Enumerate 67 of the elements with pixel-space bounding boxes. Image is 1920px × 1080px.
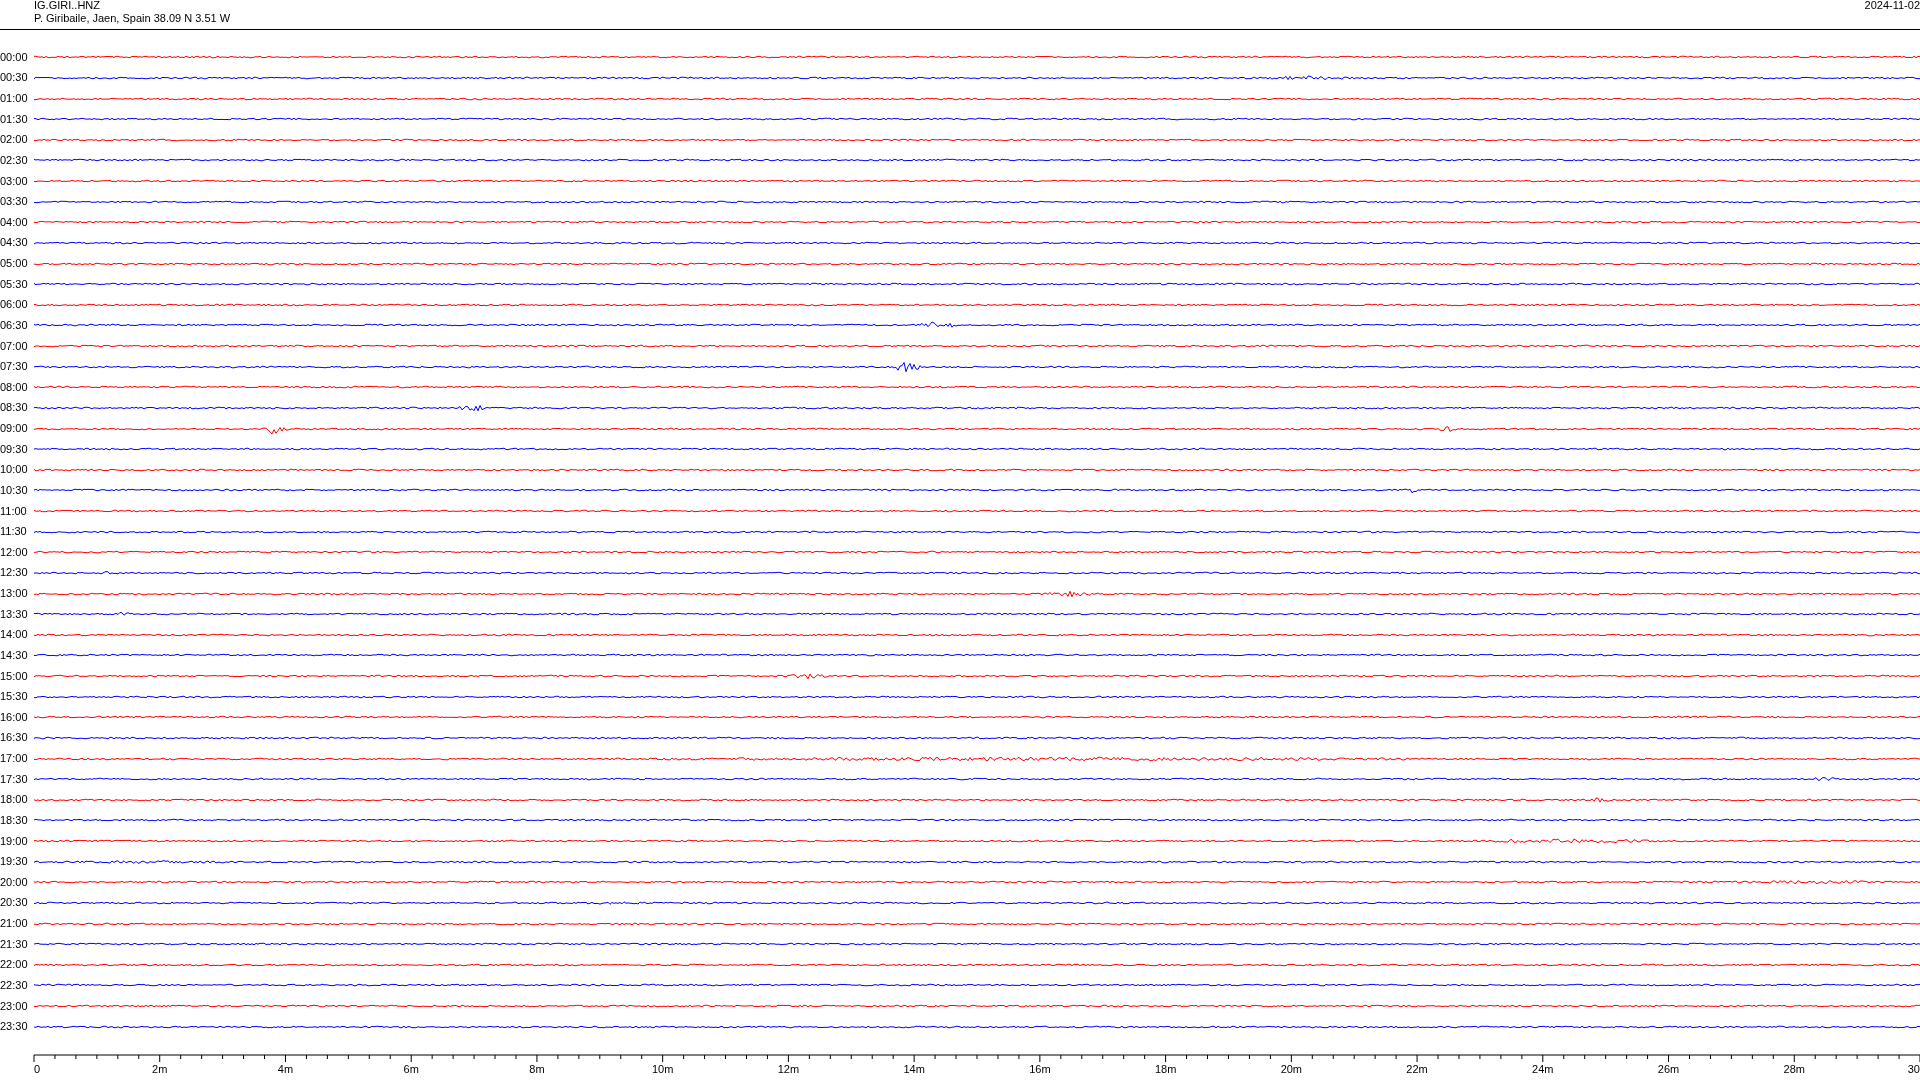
time-label: 20:00 bbox=[0, 875, 29, 889]
axis-label: 4m bbox=[277, 1063, 294, 1075]
axis-label: 18m bbox=[1154, 1063, 1177, 1075]
time-label: 03:00 bbox=[0, 174, 29, 188]
axis-label: 0 bbox=[34, 1063, 41, 1075]
time-label: 15:30 bbox=[0, 690, 29, 704]
axis-label: 8m bbox=[529, 1063, 545, 1075]
time-label: 04:30 bbox=[0, 236, 29, 250]
time-label: 16:00 bbox=[0, 710, 29, 724]
time-label: 18:00 bbox=[0, 793, 29, 807]
time-label: 07:00 bbox=[0, 339, 29, 353]
time-label: 17:00 bbox=[0, 752, 29, 766]
time-label: 01:00 bbox=[0, 92, 29, 106]
time-label: 04:00 bbox=[0, 215, 29, 229]
time-label: 19:30 bbox=[0, 855, 29, 869]
axis-label: 14m bbox=[903, 1063, 925, 1075]
axis-label: 22m bbox=[1406, 1063, 1428, 1075]
time-label: 18:30 bbox=[0, 813, 29, 827]
station-code: IG.GIRI..HNZ bbox=[34, 0, 101, 12]
time-label: 22:00 bbox=[0, 958, 29, 972]
axis-label: 2m bbox=[152, 1063, 168, 1075]
time-label: 16:30 bbox=[0, 731, 29, 745]
time-label: 10:00 bbox=[0, 463, 29, 477]
time-label: 06:00 bbox=[0, 298, 29, 312]
time-label: 11:00 bbox=[0, 504, 28, 518]
axis-label: 30 bbox=[1907, 1063, 1920, 1075]
axis-label: 28m bbox=[1783, 1063, 1805, 1075]
time-label: 08:00 bbox=[0, 380, 29, 394]
date-label: 2024-11-02 bbox=[1864, 0, 1920, 13]
time-label: 07:30 bbox=[0, 360, 29, 374]
time-label: 12:30 bbox=[0, 566, 29, 580]
time-label: 06:30 bbox=[0, 318, 29, 332]
axis-label: 6m bbox=[403, 1063, 419, 1075]
time-label: 13:00 bbox=[0, 587, 29, 601]
time-label: 10:30 bbox=[0, 483, 29, 497]
time-label: 03:30 bbox=[0, 195, 29, 209]
time-label: 09:00 bbox=[0, 422, 29, 436]
axis-label: 10m bbox=[651, 1063, 674, 1075]
time-label: 14:00 bbox=[0, 628, 29, 642]
time-label: 13:30 bbox=[0, 607, 29, 621]
time-label: 05:30 bbox=[0, 277, 29, 291]
time-label: 21:00 bbox=[0, 917, 29, 931]
time-label: 21:30 bbox=[0, 937, 29, 951]
axis-label: 24m bbox=[1532, 1063, 1554, 1075]
time-label: 02:30 bbox=[0, 153, 29, 167]
time-label: 14:30 bbox=[0, 648, 29, 662]
time-label: 05:00 bbox=[0, 257, 29, 271]
time-label: 11:30 bbox=[0, 525, 28, 539]
time-label: 09:30 bbox=[0, 442, 29, 456]
station-location: P. Giribaile, Jaen, Spain 38.09 N 3.51 W bbox=[34, 12, 231, 25]
time-label: 20:30 bbox=[0, 896, 29, 910]
time-label: 08:30 bbox=[0, 401, 29, 415]
time-label: 22:30 bbox=[0, 978, 29, 992]
time-label: 00:00 bbox=[0, 50, 29, 64]
time-label: 17:30 bbox=[0, 772, 29, 786]
axis-label: 26m bbox=[1657, 1063, 1680, 1075]
time-label: 23:30 bbox=[0, 1020, 29, 1034]
time-label: 19:00 bbox=[0, 834, 29, 848]
time-label: 23:00 bbox=[0, 999, 29, 1013]
time-label: 01:30 bbox=[0, 112, 29, 126]
axis-label: 12m bbox=[777, 1063, 800, 1075]
axis-label: 16m bbox=[1029, 1063, 1051, 1075]
time-label: 15:00 bbox=[0, 669, 29, 683]
time-label: 02:00 bbox=[0, 133, 29, 147]
time-label: 12:00 bbox=[0, 545, 29, 559]
axis-label: 20m bbox=[1280, 1063, 1303, 1075]
time-label: 00:30 bbox=[0, 71, 29, 85]
